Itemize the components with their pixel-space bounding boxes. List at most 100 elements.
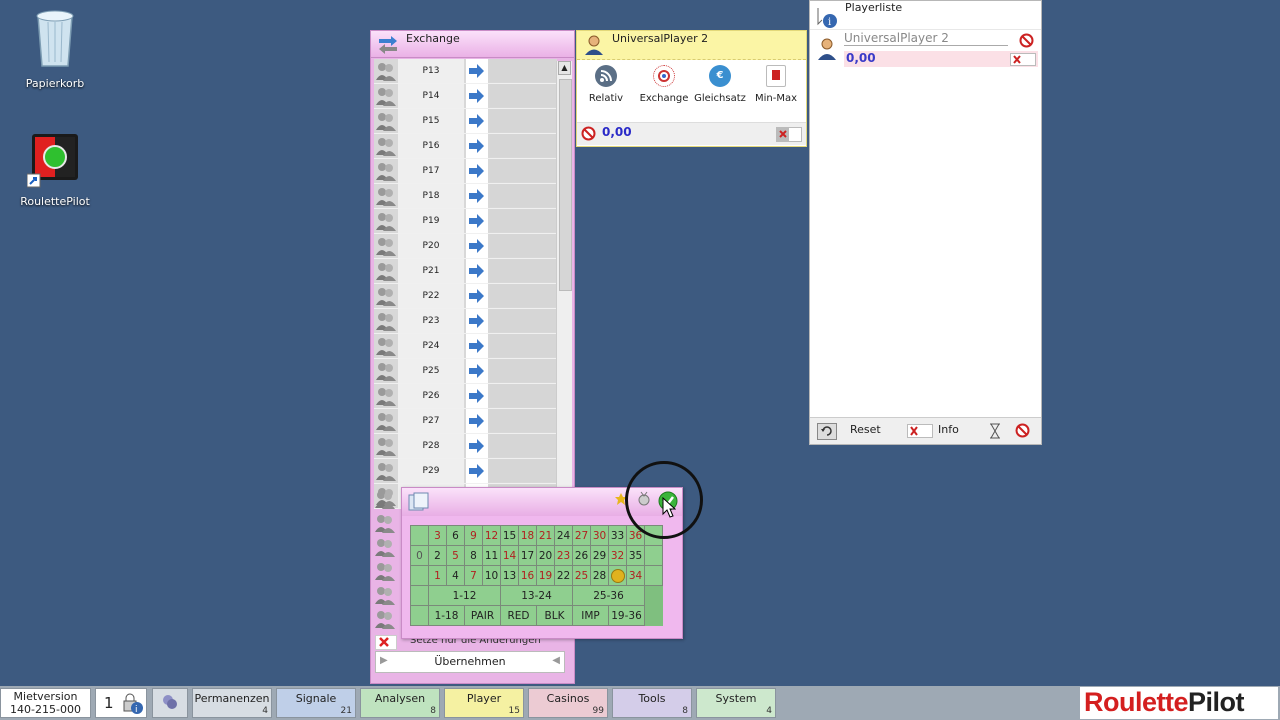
exchange-player-row[interactable]: P26 xyxy=(374,384,557,409)
number-cell[interactable]: 12 xyxy=(482,525,501,546)
roulettepilot-shortcut[interactable]: RoulettePilot xyxy=(15,130,95,208)
exchange-player-row[interactable]: P14 xyxy=(374,84,557,109)
exchange-target-cell[interactable] xyxy=(490,309,556,332)
relativ-button[interactable]: Relativ xyxy=(579,63,633,119)
dozen-cell[interactable]: 25-36 xyxy=(572,585,645,606)
apply-button[interactable]: ▶ Übernehmen ◀ xyxy=(375,651,565,673)
number-cell[interactable]: 10 xyxy=(482,565,501,586)
exchange-target-cell[interactable] xyxy=(490,259,556,282)
exchange-target-cell[interactable] xyxy=(490,384,556,407)
arrow-right-icon[interactable] xyxy=(466,184,488,208)
exchange-target-cell[interactable] xyxy=(490,209,556,232)
exchange-player-row[interactable]: P24 xyxy=(374,334,557,359)
stop-icon[interactable] xyxy=(1015,423,1030,441)
taskbar-tab-tools[interactable]: Tools 8 xyxy=(612,688,692,718)
number-cell[interactable]: 3 xyxy=(428,525,447,546)
number-cell[interactable]: 28 xyxy=(590,565,609,586)
scroll-up-icon[interactable]: ▲ xyxy=(558,61,571,75)
number-cell[interactable]: 13 xyxy=(500,565,519,586)
exchange-player-row[interactable]: P15 xyxy=(374,109,557,134)
arrow-right-icon[interactable] xyxy=(466,434,488,458)
exchange-player-row[interactable]: P18 xyxy=(374,184,557,209)
exchange-player-row[interactable]: P25 xyxy=(374,359,557,384)
number-cell[interactable]: 27 xyxy=(572,525,591,546)
player-toggle[interactable] xyxy=(1010,53,1036,66)
exchange-target-cell[interactable] xyxy=(490,334,556,357)
number-cell[interactable]: 15 xyxy=(500,525,519,546)
exchange-button[interactable]: Exchange xyxy=(637,63,691,119)
taskbar-tab-signale[interactable]: Signale 21 xyxy=(276,688,356,718)
number-cell[interactable] xyxy=(608,565,627,586)
hourglass-icon[interactable] xyxy=(988,423,1002,442)
number-cell[interactable]: 23 xyxy=(554,545,573,566)
instance-box[interactable]: 1 i xyxy=(95,688,147,718)
exchange-player-row[interactable]: P19 xyxy=(374,209,557,234)
arrow-right-icon[interactable] xyxy=(466,384,488,408)
exchange-player-row[interactable]: P28 xyxy=(374,434,557,459)
dozen-cell[interactable]: 13-24 xyxy=(500,585,573,606)
taskbar-tab-system[interactable]: System 4 xyxy=(696,688,776,718)
number-cell[interactable]: 8 xyxy=(464,545,483,566)
number-cell[interactable]: 34 xyxy=(626,565,645,586)
outside-bet-cell[interactable]: 19-36 xyxy=(608,605,645,626)
exchange-target-cell[interactable] xyxy=(490,409,556,432)
exchange-scrollbar[interactable]: ▲ xyxy=(556,61,572,491)
exchange-player-row[interactable]: P20 xyxy=(374,234,557,259)
arrow-right-icon[interactable] xyxy=(466,84,488,108)
arrow-right-icon[interactable] xyxy=(466,459,488,483)
number-cell[interactable]: 29 xyxy=(590,545,609,566)
number-cell[interactable]: 33 xyxy=(608,525,627,546)
taskbar-tab-permanenzen[interactable]: Permanenzen 4 xyxy=(192,688,272,718)
number-zero-cell[interactable]: 0 xyxy=(410,545,429,566)
number-cell[interactable]: 24 xyxy=(554,525,573,546)
number-cell[interactable]: 1 xyxy=(428,565,447,586)
arrow-right-icon[interactable] xyxy=(466,59,488,83)
block-icon[interactable] xyxy=(581,126,596,144)
refresh-icon[interactable] xyxy=(817,423,837,440)
number-cell[interactable]: 25 xyxy=(572,565,591,586)
number-cell[interactable]: 16 xyxy=(518,565,537,586)
exchange-target-cell[interactable] xyxy=(490,84,556,107)
outside-bet-cell[interactable]: IMP xyxy=(572,605,609,626)
number-cell[interactable]: 11 xyxy=(482,545,501,566)
exchange-player-row[interactable]: P16 xyxy=(374,134,557,159)
number-cell[interactable]: 22 xyxy=(554,565,573,586)
exchange-target-cell[interactable] xyxy=(490,134,556,157)
number-cell[interactable]: 19 xyxy=(536,565,555,586)
arrow-right-icon[interactable] xyxy=(466,159,488,183)
users-button[interactable] xyxy=(152,688,188,718)
arrow-right-icon[interactable] xyxy=(466,334,488,358)
outside-bet-cell[interactable]: RED xyxy=(500,605,537,626)
reset-button[interactable]: Reset xyxy=(850,423,881,436)
exchange-target-cell[interactable] xyxy=(490,184,556,207)
arrow-right-icon[interactable] xyxy=(466,284,488,308)
exchange-target-cell[interactable] xyxy=(490,234,556,257)
exchange-player-row[interactable]: P13 xyxy=(374,59,557,84)
dozen-cell[interactable]: 1-12 xyxy=(428,585,501,606)
arrow-right-icon[interactable] xyxy=(466,409,488,433)
arrow-right-icon[interactable] xyxy=(466,134,488,158)
number-cell[interactable]: 26 xyxy=(572,545,591,566)
number-cell[interactable]: 14 xyxy=(500,545,519,566)
exchange-target-cell[interactable] xyxy=(490,284,556,307)
outside-bet-cell[interactable]: PAIR xyxy=(464,605,501,626)
number-cell[interactable]: 32 xyxy=(608,545,627,566)
exchange-player-row[interactable]: P22 xyxy=(374,284,557,309)
exchange-player-row[interactable]: P29 xyxy=(374,459,557,484)
arrow-right-icon[interactable] xyxy=(466,234,488,258)
arrow-right-icon[interactable] xyxy=(466,209,488,233)
exchange-player-row[interactable]: P17 xyxy=(374,159,557,184)
exchange-target-cell[interactable] xyxy=(490,109,556,132)
exchange-player-row[interactable]: P23 xyxy=(374,309,557,334)
number-cell[interactable]: 30 xyxy=(590,525,609,546)
exchange-target-cell[interactable] xyxy=(490,359,556,382)
number-cell[interactable]: 17 xyxy=(518,545,537,566)
gleichsatz-button[interactable]: € Gleichsatz xyxy=(693,63,747,119)
number-cell[interactable]: 35 xyxy=(626,545,645,566)
arrow-right-icon[interactable] xyxy=(466,259,488,283)
taskbar-tab-casinos[interactable]: Casinos 99 xyxy=(528,688,608,718)
playerliste-row[interactable]: UniversalPlayer 2 0,00 xyxy=(812,31,1038,69)
number-cell[interactable]: 2 xyxy=(428,545,447,566)
outside-bet-cell[interactable]: BLK xyxy=(536,605,573,626)
arrow-right-icon[interactable] xyxy=(466,309,488,333)
